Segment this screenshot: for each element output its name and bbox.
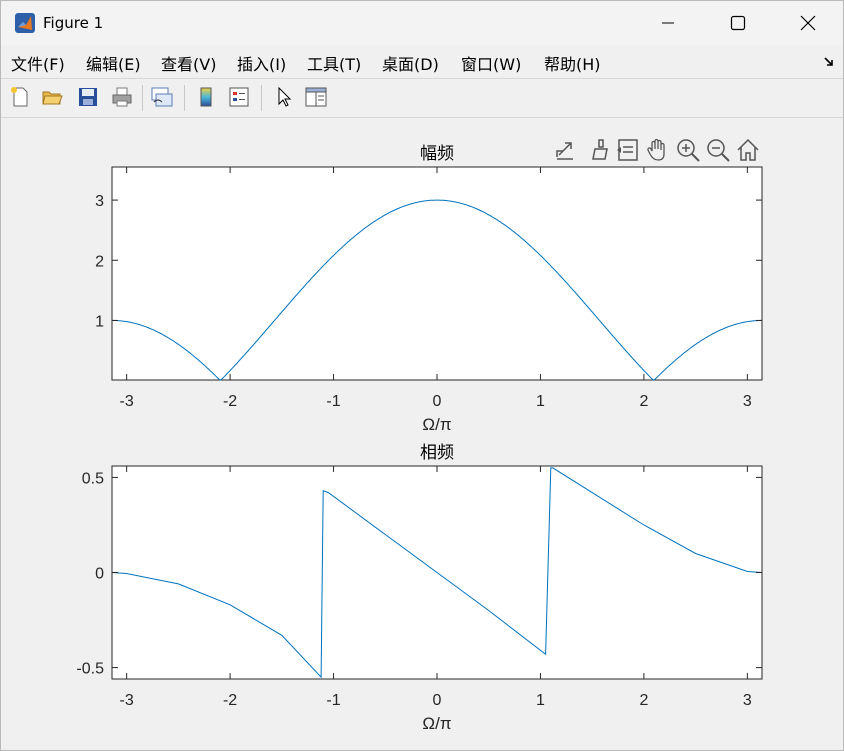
y-tick-label: 1 <box>95 313 104 330</box>
x-axis-label: Ω/π <box>422 714 451 733</box>
y-tick-label: 3 <box>95 193 104 210</box>
x-tick-label: -3 <box>120 393 134 410</box>
y-tick-label: 0 <box>95 566 104 583</box>
figure-window: Figure 1 文件(F) 编辑(E) 查看(V) 插入(I) 工具(T) 桌… <box>0 0 844 751</box>
x-tick-label: 2 <box>639 692 648 709</box>
x-tick-label: 3 <box>743 393 752 410</box>
x-axis-label: Ω/π <box>422 415 451 434</box>
y-tick-label: 2 <box>95 253 104 270</box>
x-tick-label: -2 <box>223 393 237 410</box>
plot-area <box>111 166 763 381</box>
axes-title: 幅频 <box>420 144 454 163</box>
x-tick-label: -1 <box>326 393 340 410</box>
x-tick-label: 0 <box>433 393 442 410</box>
x-tick-label: 1 <box>536 692 545 709</box>
plots-layer: -3 -2 -1 0 1 2 3 1 2 3 幅频 Ω/π -3 -2 -1 0 1 2 3 -0.5 0 0.5 相频 Ω/… <box>76 144 763 733</box>
x-tick-label: 1 <box>536 393 545 410</box>
y-tick-label: 0.5 <box>82 470 104 487</box>
x-tick-label: 0 <box>433 692 442 709</box>
axes-title: 相频 <box>420 443 454 462</box>
x-tick-label: 2 <box>639 393 648 410</box>
x-tick-label: 3 <box>743 692 752 709</box>
x-tick-label: -2 <box>223 692 237 709</box>
y-tick-label: -0.5 <box>76 661 104 678</box>
axes-1[interactable]: -3 -2 -1 0 1 2 3 1 2 3 幅频 Ω/π <box>95 144 763 434</box>
axes-2[interactable]: -3 -2 -1 0 1 2 3 -0.5 0 0.5 相频 Ω/π <box>76 443 763 733</box>
x-tick-label: -3 <box>120 692 134 709</box>
x-tick-label: -1 <box>326 692 340 709</box>
